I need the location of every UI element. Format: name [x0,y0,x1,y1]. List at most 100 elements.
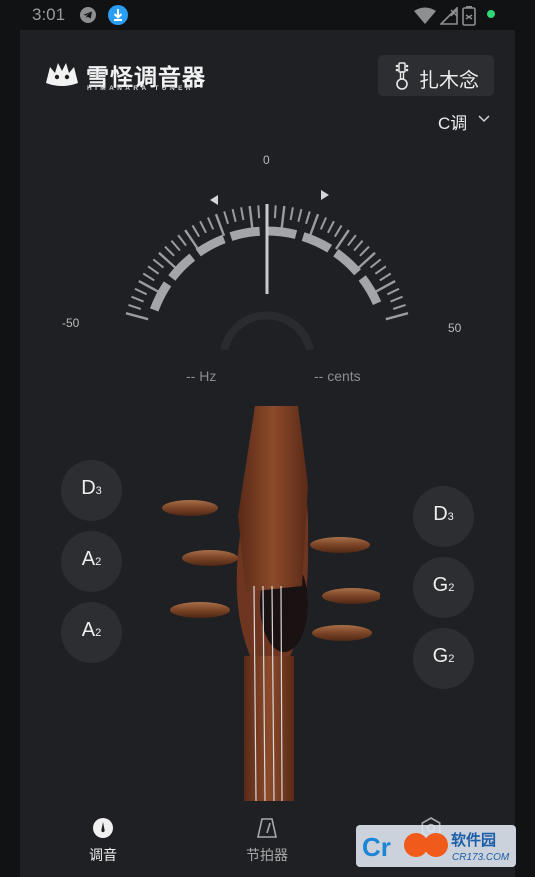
gauge-zero-label: 0 [263,153,270,167]
instrument-selector-button[interactable]: 扎木念 [378,55,494,96]
gauge-tick [386,287,400,296]
gauge-segment [195,234,226,257]
gauge-tick [142,272,155,282]
watermark-brand: Cr [362,832,391,862]
gauge-segment [266,226,298,239]
frequency-readout: -- Hz [186,368,217,384]
needle-hub [220,311,314,350]
metronome-icon [257,818,277,838]
string-octave: 2 [448,582,455,594]
nav-tab-metronome[interactable]: 节拍器 [232,817,302,877]
string-octave: 2 [95,627,102,639]
tuner-app: 雪怪调音器 HIMANARA TUNER 扎木念 C调 0 -50 50 -- … [20,30,516,877]
string-note: G [432,574,449,596]
string-octave: 2 [448,653,455,665]
gauge-segment [168,253,196,281]
string-octave: 3 [95,485,102,497]
gauge-tick [128,303,142,310]
gauge-segment [358,275,382,306]
wifi-icon [414,7,436,24]
signal-icon [440,7,458,25]
gauge-tick [369,258,382,269]
gauge-tick [177,234,187,247]
telegram-icon [80,7,96,23]
privacy-indicator-dot [487,10,495,18]
gauge-tick [152,258,165,269]
string-note: A [81,619,96,641]
gauge-tick [257,205,261,219]
gauge-segment [333,249,361,276]
string-octave: 3 [447,511,454,523]
string-note: G [432,645,449,667]
gauge-tick [374,279,396,294]
gauge-tick [273,205,277,219]
string-button-right-2[interactable]: G2 [413,557,474,618]
cents-readout: -- cents [314,368,361,384]
download-icon [108,5,128,25]
watermark-site-name: 软件园 [451,831,496,849]
string-octave: 2 [95,556,102,568]
gauge-tick [359,245,370,257]
gauge-segment [150,281,172,312]
gauge-tick [131,295,144,303]
gauge-tick [305,211,311,225]
gauge-tick [207,217,215,230]
gauge-tick [379,272,392,282]
chevron-down-icon [478,115,490,123]
string-note: D [433,503,448,525]
gauge-tick [334,224,343,238]
string-button-left-2[interactable]: A2 [61,531,122,592]
instrument-headstock-illustration [162,406,380,801]
gauge-max-label: 50 [448,321,462,335]
string-button-left-1[interactable]: D3 [61,460,122,521]
gauge-tick [240,207,245,221]
gauge-tick [289,207,294,221]
gauge-tick [374,265,387,275]
instrument-label: 扎木念 [419,70,479,92]
string-note: D [81,477,96,499]
logo-subtext: HIMANARA TUNER [87,85,194,92]
gauge-tick [385,312,409,321]
gauge-tick [297,208,303,222]
zamyen-instrument-icon [395,62,409,90]
app-logo: 雪怪调音器 HIMANARA TUNER [44,59,224,93]
gauge-tick [392,303,406,310]
string-note: A [81,548,96,570]
gauge-dial [125,190,409,350]
tuner-icon [93,818,113,838]
pointer-right-icon [321,190,329,200]
gauge-tick [164,245,175,257]
pointer-left-icon [210,195,218,205]
string-button-left-3[interactable]: A2 [61,602,122,663]
gauge-tick [170,240,181,252]
yeti-logo-icon [46,63,78,86]
gauge-tick [353,240,364,252]
gauge-tick [134,287,148,296]
string-button-right-1[interactable]: D3 [413,486,474,547]
gauge-tick [280,205,286,230]
gauge-tick [125,312,149,321]
nav-metronome-label: 节拍器 [246,847,288,863]
gauge-tick [231,208,237,222]
gauge-tick [327,220,335,234]
gauge-tick [319,217,327,230]
gauge-tick [390,295,403,303]
gauge-tick [248,205,254,230]
gauge-tick [347,234,357,247]
gauge-tick [308,213,320,237]
gauge-tick [199,220,207,234]
gauge-tick [191,224,200,238]
nav-tab-tuner[interactable]: 调音 [68,817,138,877]
gauge-min-label: -50 [62,316,80,330]
gauge-tick [223,211,229,225]
gauge-tick [138,279,160,294]
key-label: C调 [438,114,468,133]
watermark-logo: Cr 软件园 CR173.COM [356,825,516,867]
gauge-segment [301,232,333,253]
tuning-gauge: 0 -50 50 [20,150,515,350]
gauge-tick [214,213,226,237]
status-bar: 3:01 [0,0,535,30]
string-button-right-3[interactable]: G2 [413,628,474,689]
nav-tuner-label: 调音 [89,847,117,863]
status-time: 3:01 [32,5,66,24]
